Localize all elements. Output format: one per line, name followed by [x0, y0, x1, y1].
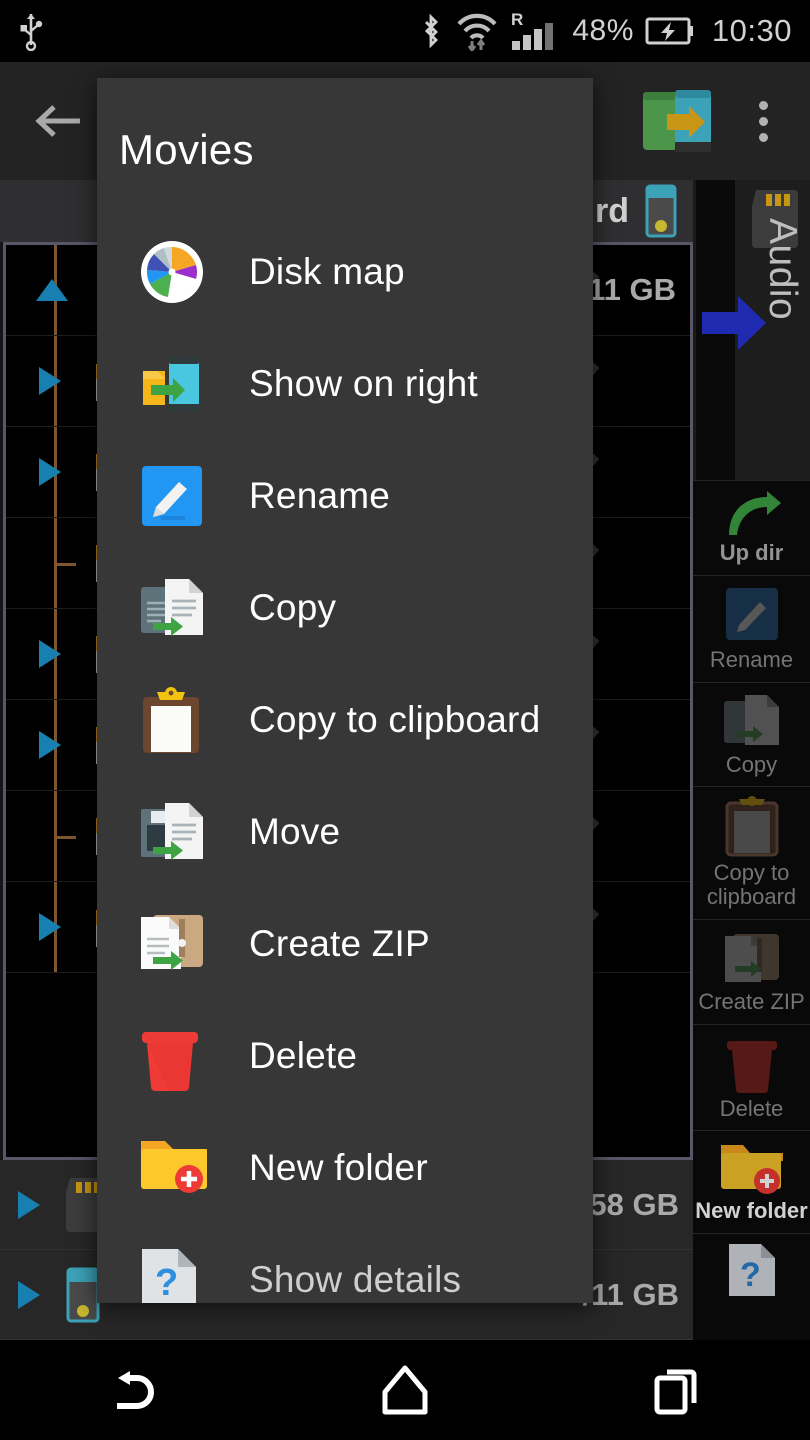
menu-item-copy-to-clipboard[interactable]: Copy to clipboard: [97, 664, 593, 776]
dialog-title: Movies: [97, 78, 593, 174]
menu-item-label: Create ZIP: [249, 923, 430, 965]
menu-item-label: Copy to clipboard: [249, 699, 540, 741]
svg-text:?: ?: [155, 1262, 178, 1303]
menu-item-label: Delete: [249, 1035, 357, 1077]
nav-back-icon[interactable]: [75, 1340, 195, 1440]
context-menu-dialog: Movies: [97, 78, 593, 1303]
menu-item-label: Disk map: [249, 251, 405, 293]
menu-item-label: Show on right: [249, 363, 478, 405]
move-icon: [139, 799, 205, 865]
dialog-menu-list: Disk map Show on right: [97, 216, 593, 1303]
menu-item-rename[interactable]: Rename: [97, 440, 593, 552]
create-zip-icon: [139, 911, 205, 977]
menu-item-show-details[interactable]: ? Show details: [97, 1224, 593, 1303]
menu-item-delete[interactable]: Delete: [97, 1000, 593, 1112]
menu-item-create-zip[interactable]: Create ZIP: [97, 888, 593, 1000]
menu-item-label: Move: [249, 811, 340, 853]
menu-item-copy[interactable]: Copy: [97, 552, 593, 664]
clipboard-icon: [139, 687, 205, 753]
disk-map-icon: [139, 239, 205, 305]
show-on-right-icon: [139, 351, 205, 417]
menu-item-label: Show details: [249, 1259, 461, 1301]
menu-item-disk-map[interactable]: Disk map: [97, 216, 593, 328]
menu-item-move[interactable]: Move: [97, 776, 593, 888]
show-details-icon: ?: [139, 1247, 205, 1303]
menu-item-label: Copy: [249, 587, 336, 629]
menu-item-new-folder[interactable]: New folder: [97, 1112, 593, 1224]
copy-icon: [139, 575, 205, 641]
delete-icon: [139, 1023, 205, 1089]
rename-icon: [139, 463, 205, 529]
nav-recents-icon[interactable]: [615, 1340, 735, 1440]
android-nav-bar: [0, 1340, 810, 1440]
new-folder-icon: [139, 1135, 205, 1201]
menu-item-label: Rename: [249, 475, 390, 517]
menu-item-show-on-right[interactable]: Show on right: [97, 328, 593, 440]
nav-home-icon[interactable]: [345, 1340, 465, 1440]
menu-item-label: New folder: [249, 1147, 428, 1189]
